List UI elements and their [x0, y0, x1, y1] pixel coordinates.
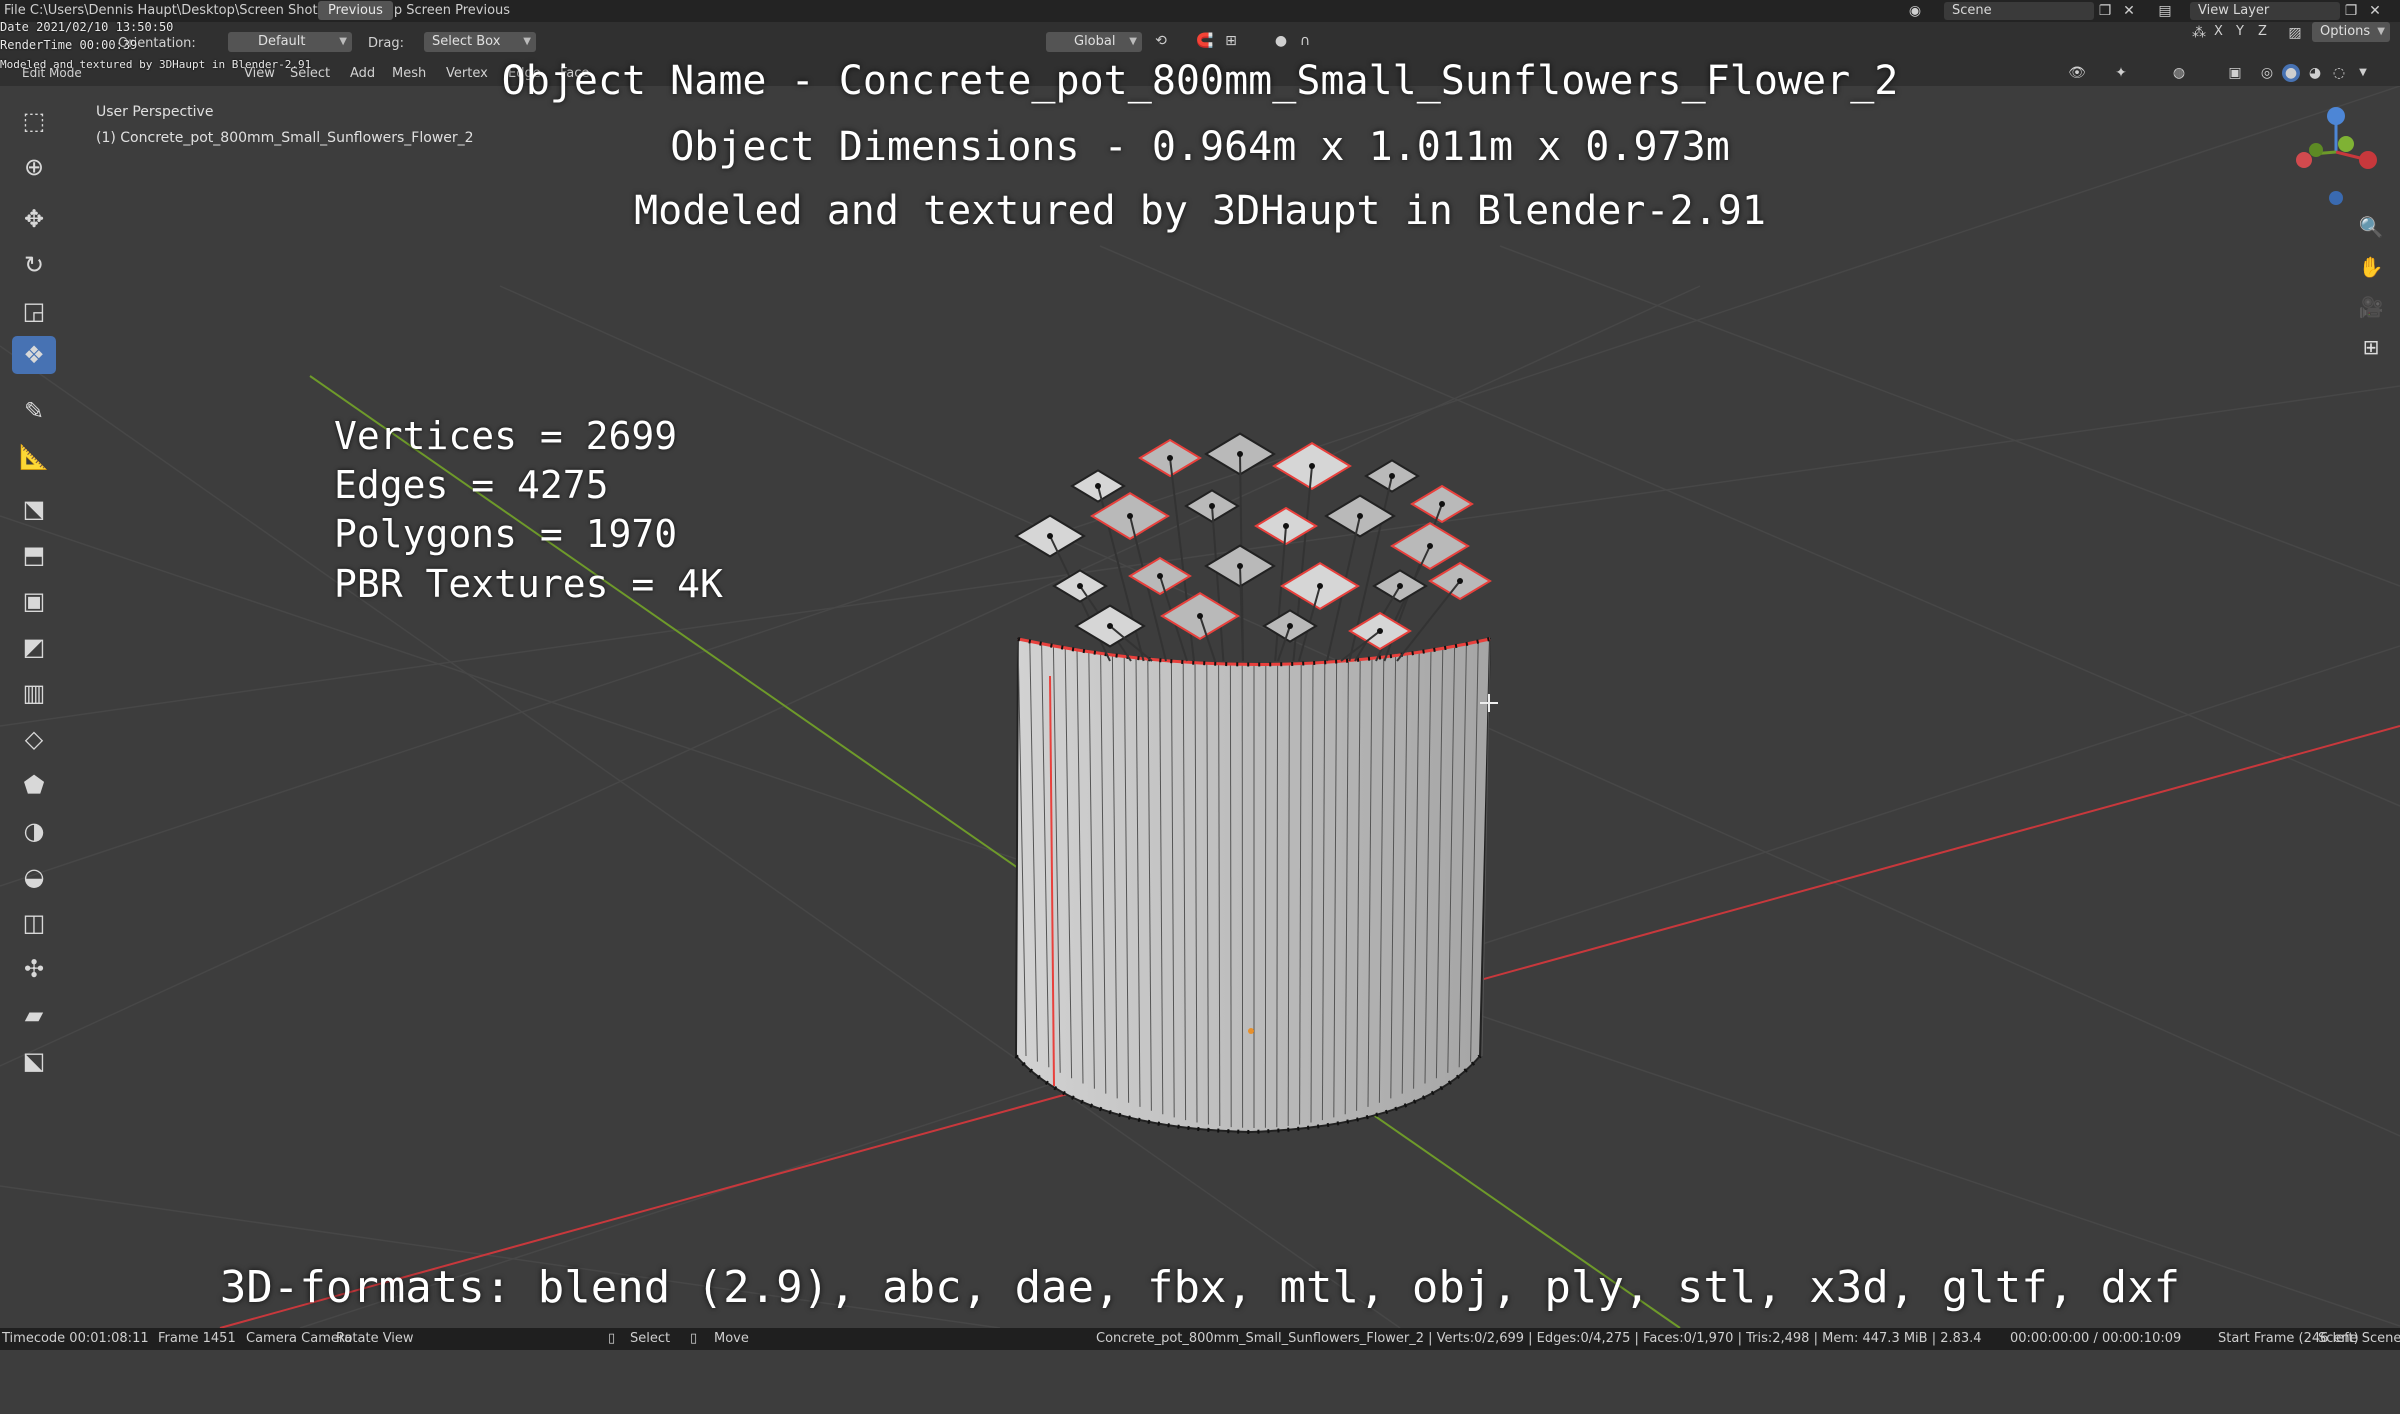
concrete-pot-mesh[interactable] [1016, 639, 1490, 1132]
ruler-icon: 📐 [19, 443, 49, 471]
rip-tool[interactable]: ⬕ [12, 1042, 56, 1080]
inset-icon: ▣ [23, 587, 46, 615]
smooth-icon: ◒ [24, 863, 45, 891]
orientation-dropdown[interactable]: Default ▼ [228, 32, 352, 52]
stamp-date: Date 2021/02/10 13:50:50 [0, 20, 173, 34]
status-bar: Timecode 00:01:08:11 Frame 1451 Camera C… [0, 1328, 2400, 1350]
transform-tool[interactable]: ❖ [12, 336, 56, 374]
snap-icon[interactable]: 🧲 [1196, 32, 1214, 50]
shrink-fatten-tool[interactable]: ✣ [12, 950, 56, 988]
bevel-icon: ◩ [23, 633, 46, 661]
object-dimensions-text: Object Dimensions - 0.964m x 1.011m x 0.… [0, 124, 2400, 170]
pan-hand-icon[interactable]: ✋ [2356, 252, 2386, 282]
mirror-icon[interactable]: ▨ [2286, 24, 2304, 42]
status-scene: Scene Scene [2318, 1331, 2400, 1346]
shear-icon: ▰ [25, 1001, 43, 1029]
grid-view-icon[interactable]: ⊞ [2356, 332, 2386, 362]
spin-tool[interactable]: ◑ [12, 812, 56, 850]
loop-cut-tool[interactable]: ▥ [12, 674, 56, 712]
shear-tool[interactable]: ▰ [12, 996, 56, 1034]
falloff-icon[interactable]: ∩ [1296, 32, 1314, 50]
scale-icon: ◲ [23, 297, 46, 325]
rotate-icon: ↻ [24, 251, 44, 279]
transform-orientation-dropdown[interactable]: Global ▼ [1046, 32, 1142, 52]
scale-tool[interactable]: ◲ [12, 292, 56, 330]
object-name-text: Object Name - Concrete_pot_800mm_Small_S… [0, 58, 2400, 104]
axis-lock-icon[interactable]: ⁂ [2190, 24, 2208, 42]
chevron-down-icon: ▼ [339, 32, 347, 52]
chevron-down-icon: ▼ [1129, 32, 1137, 52]
view-layer-icon[interactable]: ▤ [2156, 2, 2174, 20]
axis-x-toggle[interactable]: X [2214, 24, 2223, 39]
stamp-render-time: RenderTime 00:00:39 [0, 38, 137, 52]
previous-button[interactable]: Previous [318, 1, 393, 20]
status-timecode: Timecode 00:01:08:11 [2, 1331, 149, 1346]
edge-slide-tool[interactable]: ◫ [12, 904, 56, 942]
3d-viewport[interactable] [0, 86, 2400, 1414]
new-scene-icon[interactable]: ❐ [2096, 2, 2114, 20]
cube-add-icon: ⬔ [23, 495, 46, 523]
proportional-edit-icon[interactable]: ● [1272, 32, 1290, 50]
annotate-tool[interactable]: ✎ [12, 392, 56, 430]
view-layer-label: View Layer [2198, 2, 2269, 20]
chevron-down-icon: ▼ [2377, 22, 2385, 42]
inset-tool[interactable]: ▣ [12, 582, 56, 620]
options-dropdown[interactable]: Options ▼ [2312, 22, 2390, 42]
pencil-icon: ✎ [24, 397, 44, 425]
mouse-right-icon: ▯ [690, 1331, 697, 1346]
measure-tool[interactable]: 📐 [12, 438, 56, 476]
poly-build-icon: ⬟ [24, 771, 45, 799]
scene-icon[interactable]: ◉ [1906, 2, 1924, 20]
modeled-by-text: Modeled and textured by 3DHaupt in Blend… [0, 188, 2400, 234]
rotate-tool[interactable]: ↻ [12, 246, 56, 284]
drag-dropdown[interactable]: Select Box ▼ [424, 32, 536, 52]
stat-polygons: Polygons = 1970 [334, 512, 677, 556]
new-view-layer-icon[interactable]: ❐ [2342, 2, 2360, 20]
sunflowers-mesh[interactable] [1016, 434, 1490, 661]
axis-y-toggle[interactable]: Y [2236, 24, 2244, 39]
close-view-layer-icon[interactable]: ✕ [2366, 2, 2384, 20]
drag-label: Drag: [368, 36, 404, 51]
extrude-icon: ⬒ [23, 541, 46, 569]
snap-target-icon[interactable]: ⊞ [1222, 32, 1240, 50]
top-bar: File C:\Users\Dennis Haupt\Desktop\Scree… [0, 0, 2400, 22]
knife-tool[interactable]: ◇ [12, 720, 56, 758]
transform-orientation-value: Global [1054, 34, 1115, 49]
smooth-tool[interactable]: ◒ [12, 858, 56, 896]
knife-icon: ◇ [25, 725, 43, 753]
pivot-icon[interactable]: ⟲ [1152, 32, 1170, 50]
add-cube-tool[interactable]: ⬔ [12, 490, 56, 528]
spin-icon: ◑ [24, 817, 45, 845]
edge-slide-icon: ◫ [23, 909, 46, 937]
view-name: User Perspective [96, 104, 213, 120]
options-label: Options [2320, 24, 2370, 39]
scene-label: Scene [1952, 2, 1992, 20]
status-move: Move [714, 1331, 749, 1346]
transform-icon: ❖ [23, 341, 45, 369]
extrude-tool[interactable]: ⬒ [12, 536, 56, 574]
shrink-fatten-icon: ✣ [24, 955, 44, 983]
file-path-text: File C:\Users\Dennis Haupt\Desktop\Scree… [4, 3, 510, 18]
drag-value: Select Box [432, 34, 500, 49]
status-rotate-view: Rotate View [336, 1331, 414, 1346]
status-select: Select [630, 1331, 670, 1346]
orientation-value: Default [236, 34, 306, 49]
poly-build-tool[interactable]: ⬟ [12, 766, 56, 804]
close-scene-icon[interactable]: ✕ [2120, 2, 2138, 20]
camera-icon[interactable]: 🎥 [2356, 292, 2386, 322]
bevel-tool[interactable]: ◩ [12, 628, 56, 666]
formats-text: 3D-formats: blend (2.9), abc, dae, fbx, … [0, 1262, 2400, 1313]
loop-cut-icon: ▥ [23, 679, 46, 707]
status-frame: Frame 1451 [158, 1331, 236, 1346]
axis-z-toggle[interactable]: Z [2258, 24, 2267, 39]
stat-vertices: Vertices = 2699 [334, 414, 677, 458]
status-scene-stats: Concrete_pot_800mm_Small_Sunflowers_Flow… [1096, 1331, 1982, 1346]
status-time: 00:00:00:00 / 00:00:10:09 [2010, 1331, 2181, 1346]
stat-edges: Edges = 4275 [334, 463, 609, 507]
z-axis-ball[interactable] [2327, 107, 2345, 125]
chevron-down-icon: ▼ [523, 32, 531, 52]
rip-icon: ⬕ [23, 1047, 46, 1075]
stat-textures: PBR Textures = 4K [334, 562, 723, 606]
mouse-left-icon: ▯ [608, 1331, 615, 1346]
